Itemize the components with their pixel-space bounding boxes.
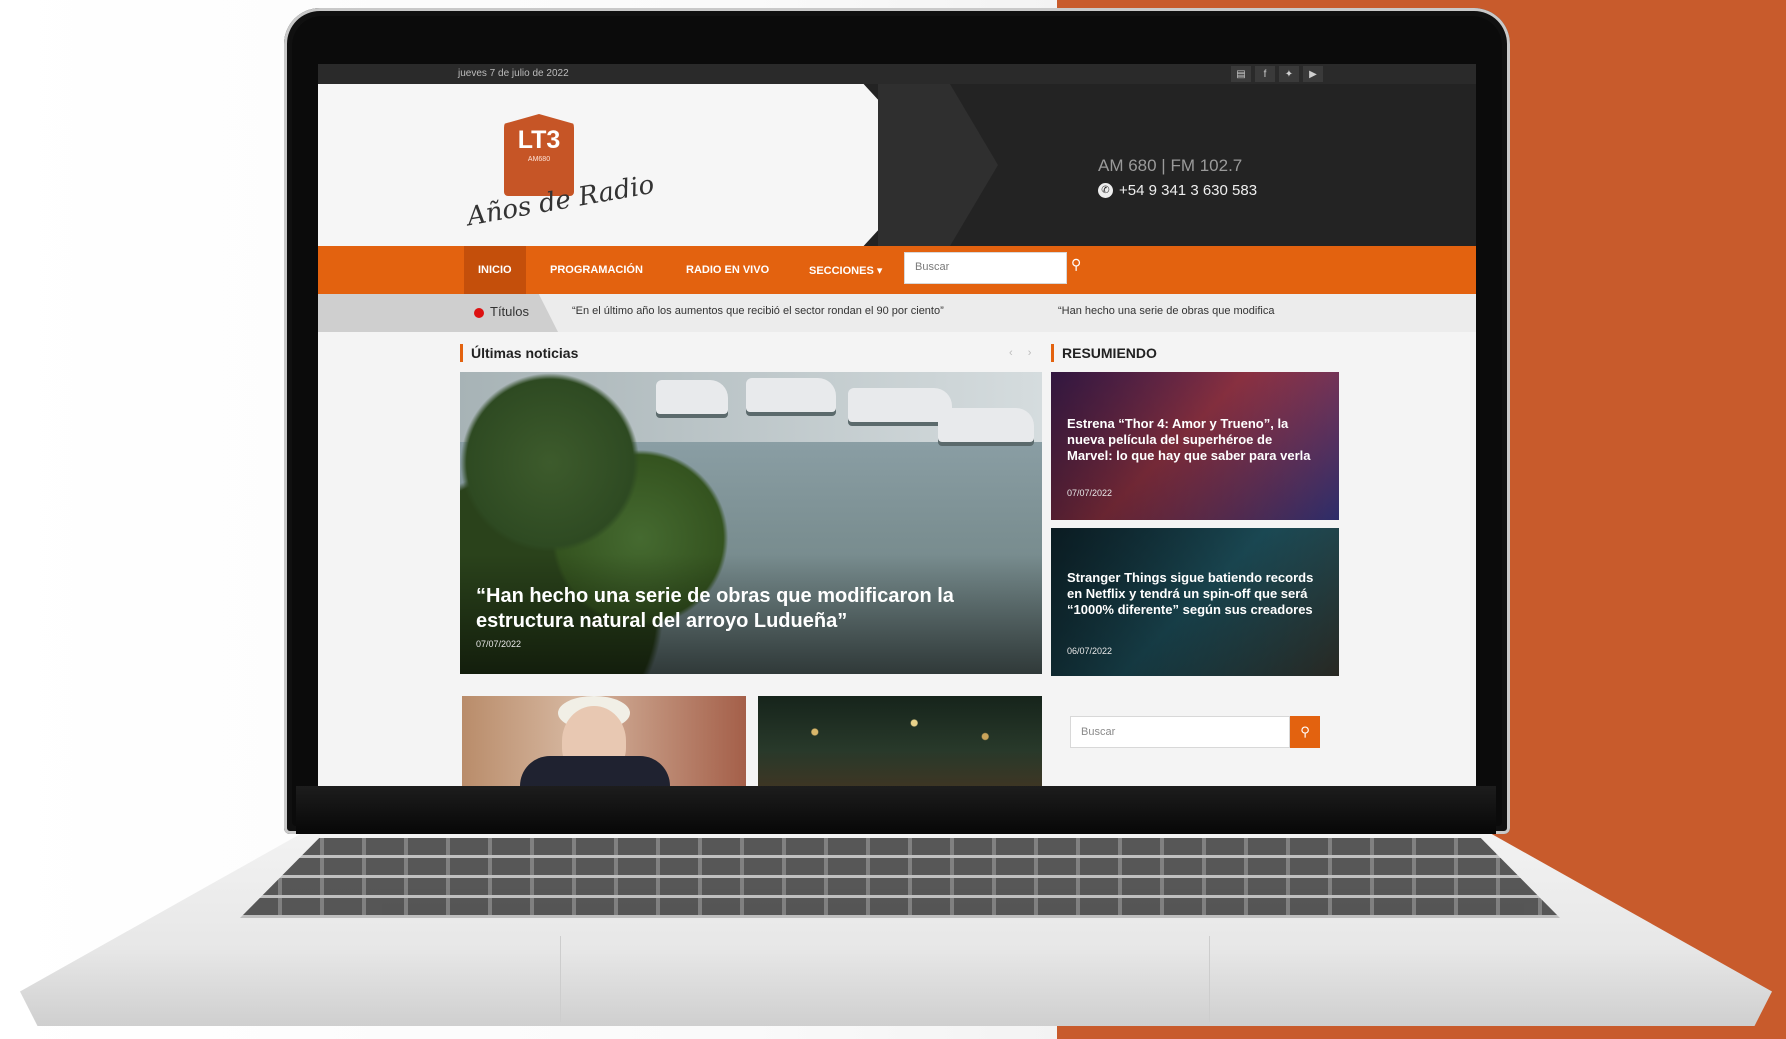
summary-card-date: 07/07/2022 [1067,488,1113,498]
main-nav: INICIO PROGRAMACIÓN RADIO EN VIVO SECCIO… [318,246,1476,294]
boat-image [938,408,1034,442]
ticker-label: Títulos [490,304,530,319]
summary-card-title[interactable]: Stranger Things sigue batiendo records e… [1067,570,1317,618]
live-dot-icon [474,308,484,318]
laptop-touchpad [560,936,1210,1022]
search-icon[interactable]: ⚲ [1071,256,1093,278]
hero-title[interactable]: “Han hecho una serie de obras que modifi… [476,584,1016,634]
hero-date: 07/07/2022 [476,639,522,649]
laptop-hinge [296,786,1496,834]
site-header: LT3 AM680 Años de Radio AM 680 | FM 102.… [318,84,1476,246]
phone-contact[interactable]: ✆ +54 9 341 3 630 583 [1098,182,1257,199]
logo-text: LT3 [517,126,561,154]
twitter-icon[interactable]: ✦ [1279,66,1299,82]
social-links: ▤ f ✦ ▶ [1231,66,1323,82]
latest-news-title: Últimas noticias [460,344,578,362]
hero-news-card[interactable]: “Han hecho una serie de obras que modifi… [460,372,1042,674]
frequencies: AM 680 | FM 102.7 [1098,156,1243,175]
nav-item-radio-en-vivo[interactable]: RADIO EN VIVO [686,246,769,294]
rss-icon[interactable]: ▤ [1231,66,1251,82]
news-thumbnail[interactable] [758,696,1042,786]
phone-number: +54 9 341 3 630 583 [1119,182,1258,199]
search-icon[interactable]: ⚲ [1290,716,1320,748]
whatsapp-icon: ✆ [1098,183,1113,198]
headline-ticker: Títulos “En el último año los aumentos q… [318,294,1476,332]
current-date: jueves 7 de julio de 2022 [458,68,569,79]
youtube-icon[interactable]: ▶ [1303,66,1323,82]
nav-item-secciones[interactable]: SECCIONES ▾ [809,246,882,294]
header-logo-panel [318,84,938,246]
laptop-screen: jueves 7 de julio de 2022 ▤ f ✦ ▶ LT3 AM… [318,64,1476,786]
logo-subtext: AM680 [527,156,551,163]
laptop-keyboard [240,838,1560,918]
nav-item-inicio[interactable]: INICIO [464,246,526,294]
summary-title: RESUMIENDO [1051,344,1157,362]
nav-search-input[interactable]: Buscar [904,252,1067,284]
facebook-icon[interactable]: f [1255,66,1275,82]
top-bar: jueves 7 de julio de 2022 ▤ f ✦ ▶ [318,64,1476,84]
summary-card-title[interactable]: Estrena “Thor 4: Amor y Trueno”, la nuev… [1067,416,1317,464]
nav-item-programacion[interactable]: PROGRAMACIÓN [550,246,643,294]
sidebar-search-input[interactable]: Buscar [1070,716,1290,748]
carousel-arrows[interactable]: ‹ › [1009,347,1037,359]
ticker-item[interactable]: “En el último año los aumentos que recib… [572,305,944,317]
summary-card-date: 06/07/2022 [1067,646,1113,656]
summary-card[interactable]: Estrena “Thor 4: Amor y Trueno”, la nuev… [1051,372,1339,520]
header-chevron [878,84,998,246]
news-thumbnail[interactable] [462,696,746,786]
boat-image [848,388,952,422]
ticker-item[interactable]: “Han hecho una serie de obras que modifi… [1058,305,1274,317]
summary-card[interactable]: Stranger Things sigue batiendo records e… [1051,528,1339,676]
